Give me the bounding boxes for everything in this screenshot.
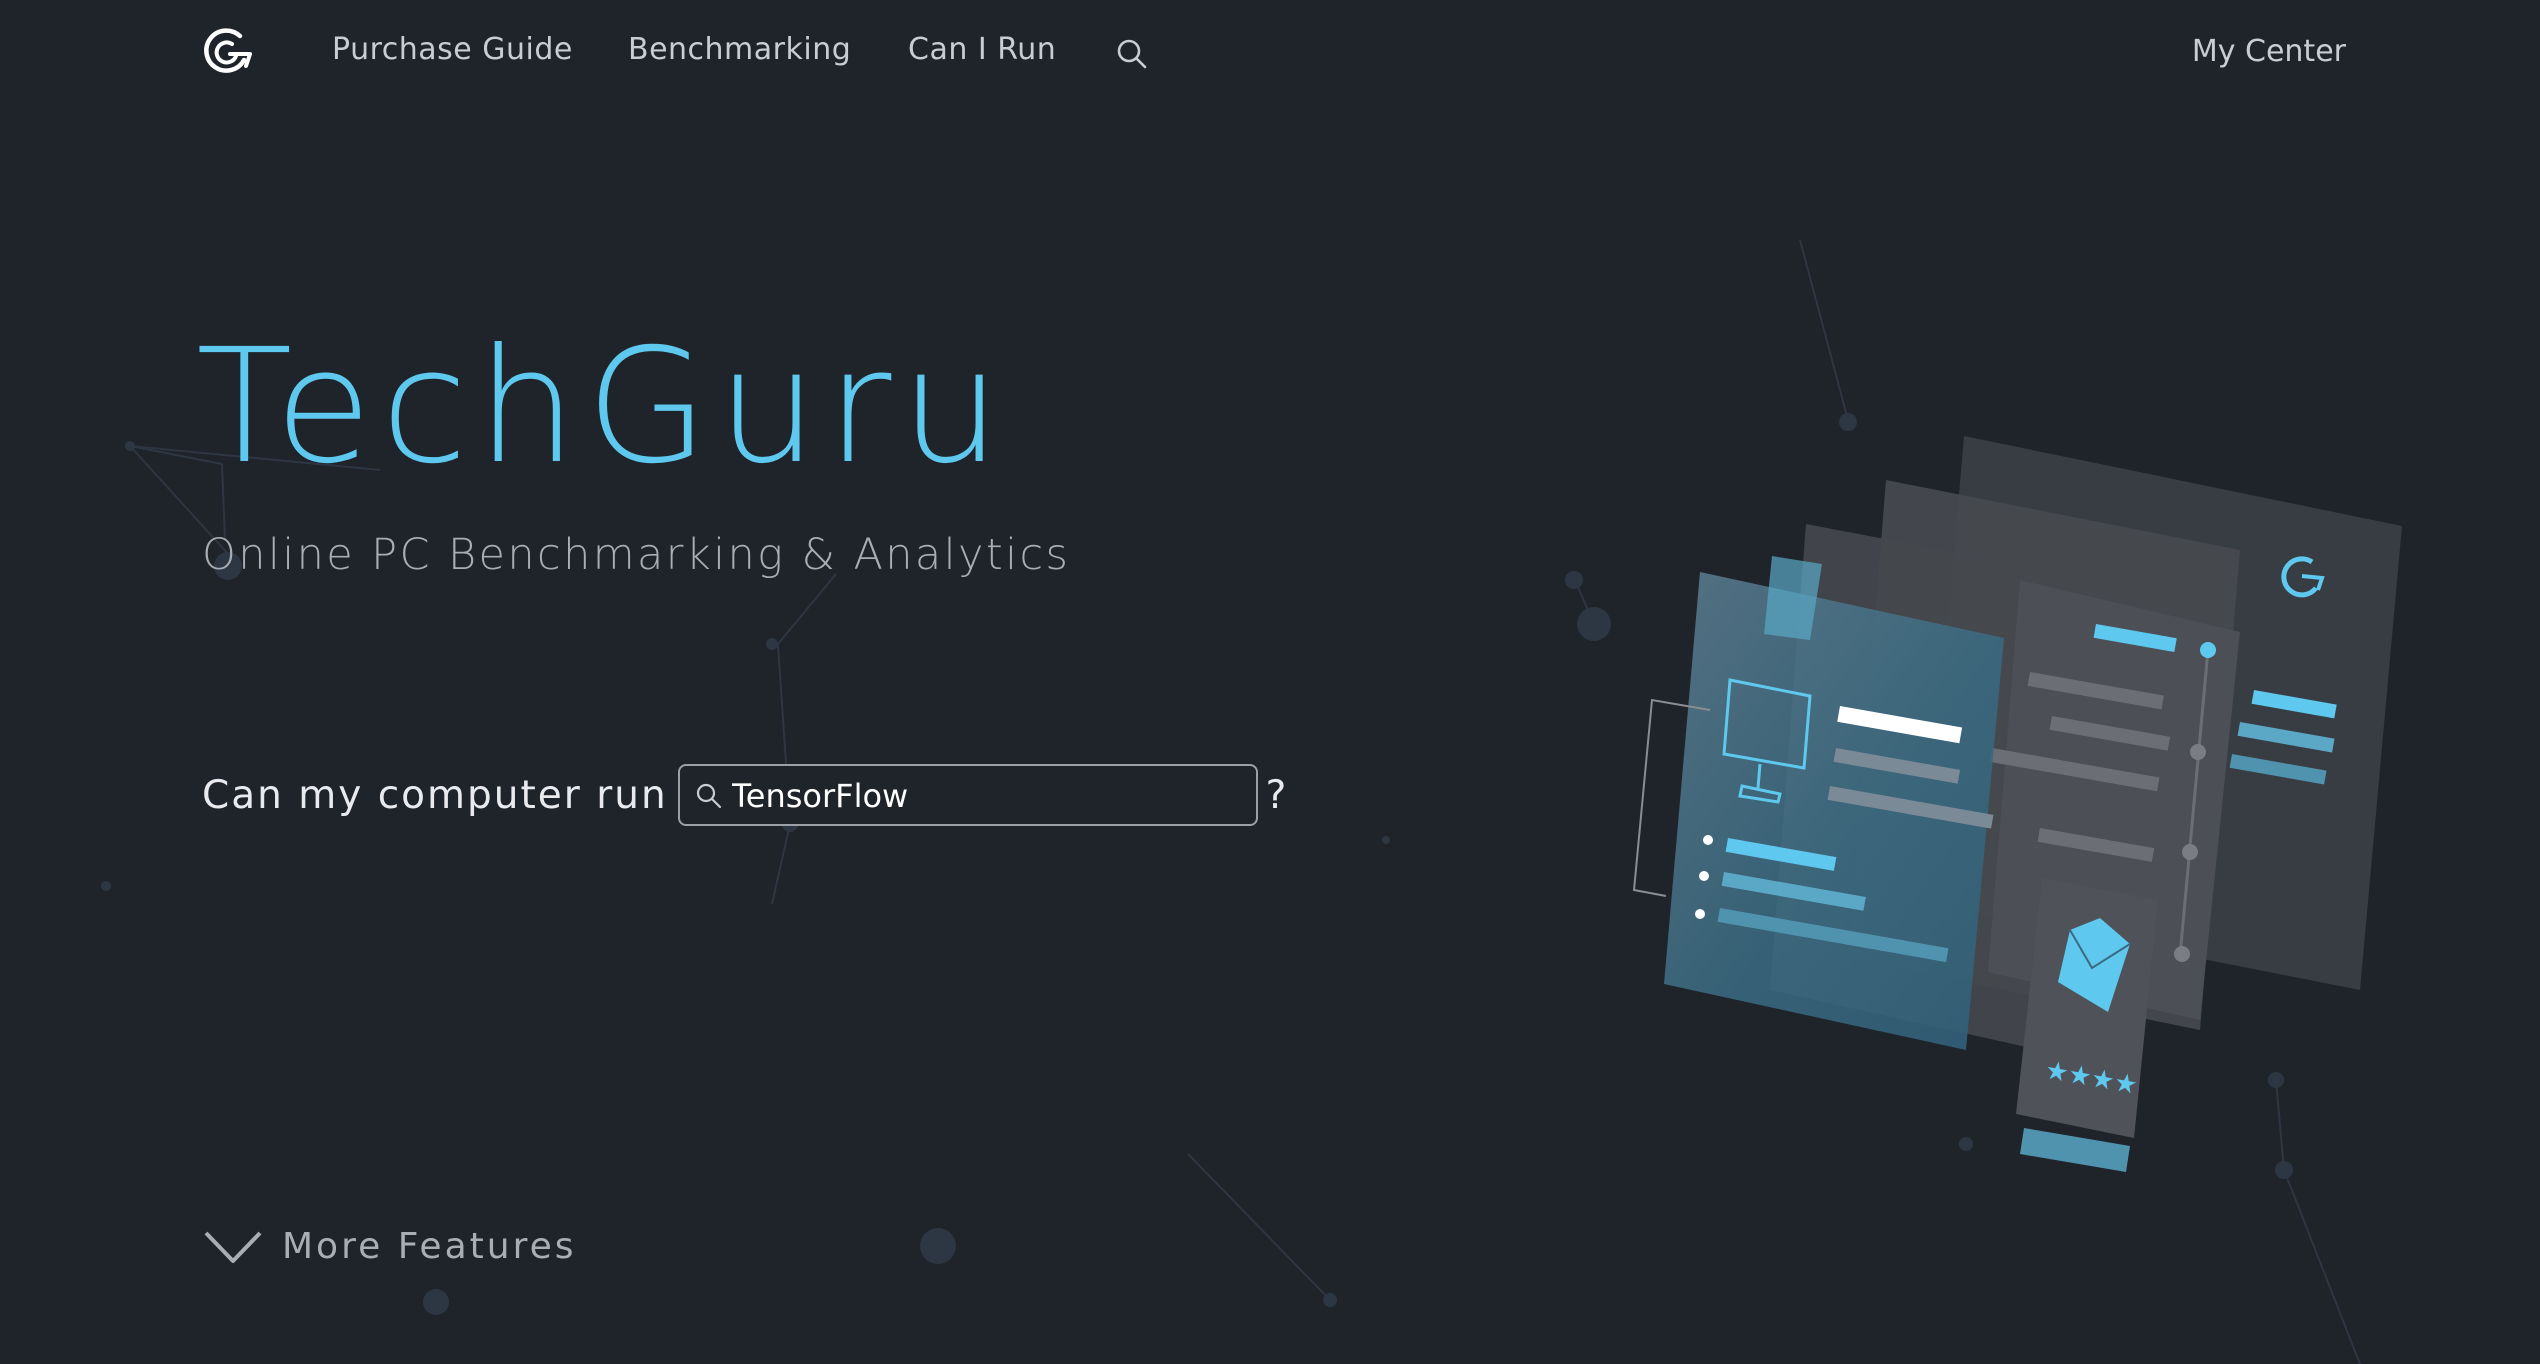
- nav-link-benchmarking[interactable]: Benchmarking: [628, 32, 851, 67]
- hero-title: TechGuru: [196, 315, 1010, 499]
- hero-subtitle: Online PC Benchmarking & Analytics: [202, 530, 1071, 580]
- search-icon: [696, 783, 721, 809]
- more-features-label: More Features: [282, 1226, 577, 1267]
- dashboard-illustration: ★★★★: [1632, 436, 2402, 1172]
- software-search-box[interactable]: [677, 764, 1258, 826]
- top-navigation: Purchase Guide Benchmarking Can I Run My…: [0, 0, 2540, 105]
- software-search-input[interactable]: [731, 774, 1232, 818]
- my-center-link[interactable]: My Center: [2192, 34, 2346, 69]
- question-mark: ?: [1265, 772, 1287, 818]
- can-i-run-question: Can my computer run ?: [202, 762, 1286, 828]
- home-page: Purchase Guide Benchmarking Can I Run My…: [0, 0, 2540, 1364]
- question-prefix: Can my computer run: [202, 772, 668, 818]
- techguru-logo-icon[interactable]: [202, 24, 256, 78]
- search-icon[interactable]: [1114, 36, 1150, 72]
- more-features-button[interactable]: More Features: [202, 1226, 576, 1267]
- nav-link-can-i-run[interactable]: Can I Run: [908, 32, 1056, 67]
- nav-link-purchase-guide[interactable]: Purchase Guide: [332, 32, 573, 67]
- chevron-down-icon: [204, 1231, 262, 1263]
